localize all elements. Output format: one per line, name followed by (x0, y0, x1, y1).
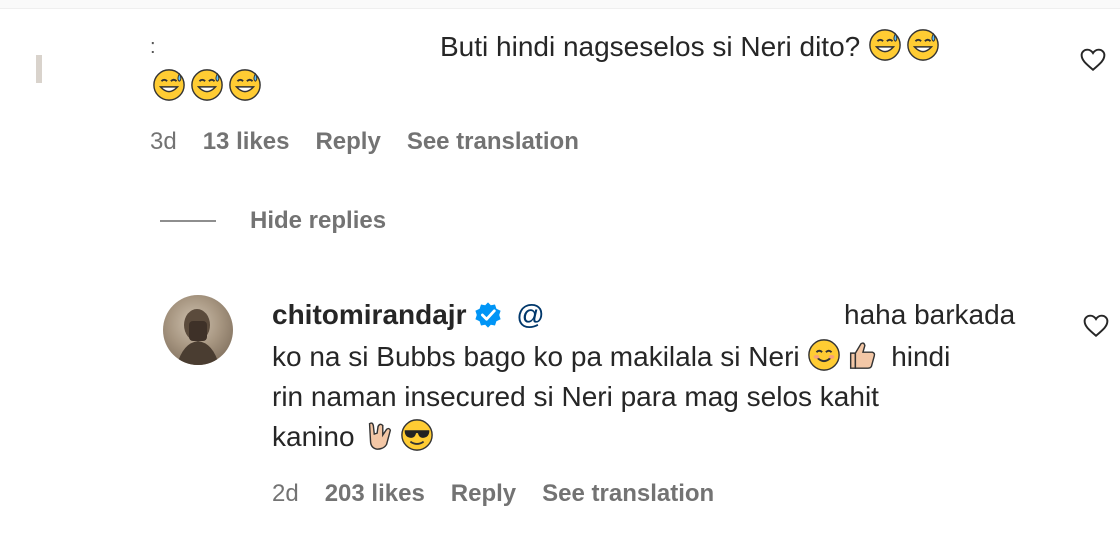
heart-icon[interactable] (1083, 314, 1109, 338)
reply-line1-text: haha barkada (844, 299, 1016, 330)
avatar-photo-icon (177, 309, 219, 365)
hide-replies-button[interactable]: Hide replies (250, 207, 386, 235)
reply-likes[interactable]: 203 likes (325, 480, 425, 507)
comment-text: Buti hindi nagseselos si Neri dito? (440, 31, 861, 62)
reply-button[interactable]: Reply (451, 480, 516, 507)
comment-emoji-line2 (152, 68, 266, 102)
thumbs-up-emoji-icon (850, 342, 876, 369)
heart-icon[interactable] (1080, 48, 1106, 72)
comment-likes[interactable]: 13 likes (203, 128, 290, 155)
reply-line4-text: kanino (272, 421, 355, 452)
sweat-smile-emoji-icon (907, 29, 939, 61)
comment-time: 3d (150, 128, 177, 155)
top-separator (0, 0, 1120, 9)
reply-mention[interactable]: @ (516, 299, 544, 330)
smiling-face-emoji-icon (808, 339, 841, 371)
reply-line4: kanino (272, 418, 438, 456)
reply-line2: ko na si Bubbs bago ko pa makilala si Ne… (272, 338, 950, 376)
sunglasses-face-emoji-icon (401, 419, 434, 451)
reply-line1: chitomirandajr @ (272, 296, 545, 334)
rock-on-hand-emoji-icon (369, 422, 392, 450)
username-fragment: : (150, 36, 156, 58)
reply-meta: 2d 203 likes Reply See translation (272, 480, 740, 508)
sweat-smile-emoji-icon (229, 69, 261, 101)
sweat-smile-emoji-icon (191, 69, 223, 101)
reply-line3: rin naman insecured si Neri para mag sel… (272, 381, 879, 412)
comment-text-line1: Buti hindi nagseselos si Neri dito? (440, 28, 944, 66)
reply-button[interactable]: Reply (315, 128, 380, 155)
reply-username[interactable]: chitomirandajr (272, 299, 466, 330)
avatar-placeholder (36, 55, 42, 83)
reply-line2-text: ko na si Bubbs bago ko pa makilala si Ne… (272, 341, 800, 372)
comment-meta: 3d 13 likes Reply See translation (150, 128, 605, 156)
replies-divider (160, 220, 216, 222)
see-translation-button[interactable]: See translation (407, 128, 579, 155)
verified-badge-icon (475, 302, 502, 328)
reply-time: 2d (272, 480, 299, 507)
sweat-smile-emoji-icon (869, 29, 901, 61)
sweat-smile-emoji-icon (153, 69, 185, 101)
see-translation-button[interactable]: See translation (542, 480, 714, 507)
avatar[interactable] (163, 295, 233, 365)
reply-line2-suffix: hindi (891, 341, 951, 372)
